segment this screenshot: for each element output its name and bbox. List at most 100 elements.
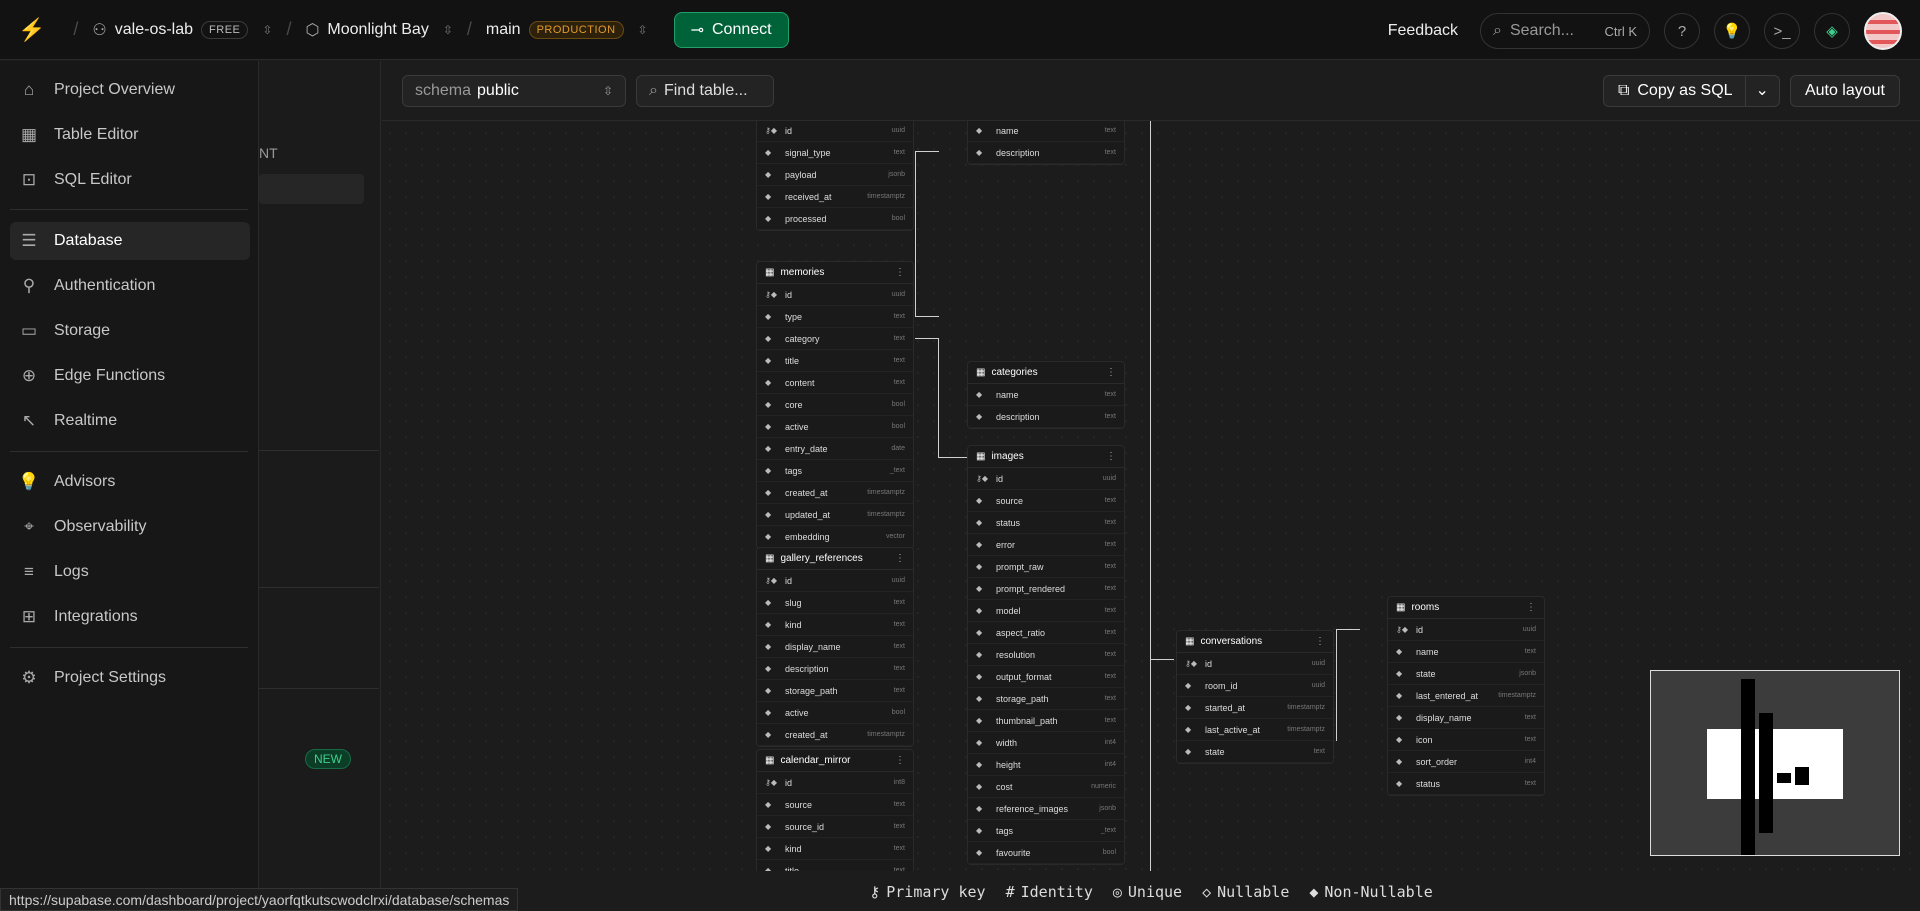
column-name: kind [785,619,802,630]
column-name: reference_images [996,803,1069,814]
sidebar-item-sql-editor[interactable]: ⊡ SQL Editor [10,161,250,199]
table-menu-icon[interactable]: ⋮ [1526,602,1536,613]
column-row: ◆ source text [968,490,1124,512]
table-icon: ▦ [1396,602,1406,613]
sidebar-item-authentication[interactable]: ⚲ Authentication [10,267,250,305]
column-row: ◆ status text [968,512,1124,534]
column-marker-icon: ◆ [1396,757,1403,766]
submenu-item-active[interactable] [259,174,364,204]
column-row: ◆ last_entered_at timestamptz [1388,685,1544,707]
table-menu-icon[interactable]: ⋮ [895,267,905,278]
column-name: id [785,289,793,300]
table-node[interactable]: ▦ rooms ⋮ ⚷◆ id uuid ◆ name text ◆ state jsonb ◆ last… [1387,596,1545,796]
relation-line [1150,659,1174,660]
box-icon: ▭ [20,321,38,340]
supabase-logo[interactable]: ⚡ [18,17,45,43]
sidebar-item-realtime[interactable]: ↖ Realtime [10,402,250,440]
connect-button[interactable]: ⊸ Connect [673,11,789,48]
lightbulb-icon[interactable]: 💡 [1714,13,1750,49]
table-node[interactable]: ▦ memories ⋮ ⚷◆ id uuid ◆ type text ◆ category text… [756,261,914,549]
column-marker-icon: ◆ [765,510,772,519]
column-name: created_at [785,487,828,498]
help-icon[interactable]: ? [1664,13,1700,49]
branch-selector[interactable]: main PRODUCTION ⇳ [486,20,648,39]
top-bar: ⚡ / ⚇ vale-os-lab FREE ⇳ / ⬡ Moonlight B… [0,0,1920,60]
feedback-button[interactable]: Feedback [1388,22,1458,40]
column-name: active [785,421,809,432]
column-type: text [893,845,905,852]
copy-as-sql-button[interactable]: ⧉ Copy as SQL ⌄ [1602,74,1780,107]
assistant-icon[interactable]: ◈ [1814,13,1850,49]
find-table-input[interactable]: ⌕ Find table... [636,74,774,107]
table-menu-icon[interactable]: ⋮ [895,755,905,766]
sidebar-item-project-settings[interactable]: ⚙ Project Settings [10,659,250,697]
sidebar-item-observability[interactable]: ⌖ Observability [10,508,250,546]
table-icon: ▦ [765,755,775,766]
table-menu-icon[interactable]: ⋮ [895,553,905,564]
minimap[interactable] [1650,670,1900,856]
column-type: text [1104,541,1116,548]
column-marker-icon: ◆ [765,664,772,673]
column-row: ◆ tags _text [757,460,913,482]
column-marker-icon: ◆ [976,672,983,681]
sidebar-item-project-overview[interactable]: ⌂ Project Overview [10,71,250,109]
table-node[interactable]: ▦ gallery_references ⋮ ⚷◆ id uuid ◆ slug text ◆ ki… [756,547,914,747]
table-node[interactable]: ▦ categories ⋮ ◆ name text ◆ description text [967,361,1125,429]
table-menu-icon[interactable]: ⋮ [1106,367,1116,378]
column-row: ◆ cost numeric [968,776,1124,798]
column-name: processed [785,213,827,224]
column-marker-icon: ◆ [976,540,983,549]
column-type: timestamptz [1287,726,1325,733]
sidebar-item-integrations[interactable]: ⊞ Integrations [10,598,250,636]
search-button[interactable]: ⌕ Search... Ctrl K [1480,13,1650,49]
table-header: ▦ gallery_references ⋮ [757,548,913,570]
sidebar-item-logs[interactable]: ≡ Logs [10,553,250,591]
table-icon: ▦ [765,267,775,278]
chevron-down-icon[interactable]: ⌄ [1744,75,1779,106]
table-node[interactable]: ▦ calendar_mirror ⋮ ⚷◆ id int8 ◆ source text ◆ sou… [756,749,914,871]
table-node[interactable]: ▦ images ⋮ ⚷◆ id uuid ◆ source text ◆ status text ◆ e… [967,445,1125,865]
column-name: status [1416,778,1441,789]
auto-layout-button[interactable]: Auto layout [1789,74,1900,107]
schema-canvas[interactable]: ▦awareness_signals⋮⚷◆iduuid◆signal_typet… [382,61,1920,871]
sidebar-item-database[interactable]: ☰ Database [10,222,250,260]
column-marker-icon: ◆ [976,412,983,421]
sidebar-item-advisors[interactable]: 💡 Advisors [10,463,250,501]
table-menu-icon[interactable]: ⋮ [1106,451,1116,462]
column-name: tags [785,465,803,476]
column-row: ◆ source text [757,794,913,816]
column-marker-icon: ◆ [976,562,983,571]
column-row: ◆ room_id uuid [1177,675,1333,697]
column-name: description [785,663,829,674]
table-header: ▦ memories ⋮ [757,262,913,284]
column-row: ⚷◆ id int8 [757,772,913,794]
sidebar-item-edge-functions[interactable]: ⊕ Edge Functions [10,357,250,395]
org-selector[interactable]: ⚇ vale-os-lab FREE ⇳ [92,20,272,40]
new-badge: NEW [305,749,351,769]
column-name: kind [785,843,802,854]
avatar[interactable] [1864,12,1902,50]
schema-select[interactable]: schema public ⇳ [402,74,626,107]
table-name: gallery_references [780,553,863,564]
minimap-node [1741,679,1755,855]
table-menu-icon[interactable]: ⋮ [1315,636,1325,647]
column-name: sort_order [1416,756,1458,767]
column-type: int8 [893,779,905,786]
table-node[interactable]: ▦ conversations ⋮ ⚷◆ id uuid ◆ room_id uuid ◆ star… [1176,630,1334,764]
column-row: ◆ aspect_ratio text [968,622,1124,644]
column-name: output_format [996,671,1052,682]
column-name: source [785,799,813,810]
hash-icon: # [1005,882,1015,901]
terminal-icon[interactable]: >_ [1764,13,1800,49]
column-row: ◆ received_at timestamptz [757,186,913,208]
column-name: state [1205,746,1225,757]
project-selector[interactable]: ⬡ Moonlight Bay ⇳ [305,20,452,40]
column-type: date [891,445,905,452]
column-marker-icon: ◆ [976,826,983,835]
column-type: int4 [1104,761,1116,768]
column-row: ◆ created_at timestamptz [757,482,913,504]
column-row: ◆ height int4 [968,754,1124,776]
sidebar-item-table-editor[interactable]: ▦ Table Editor [10,116,250,154]
sidebar-item-storage[interactable]: ▭ Storage [10,312,250,350]
column-name: display_name [785,641,841,652]
